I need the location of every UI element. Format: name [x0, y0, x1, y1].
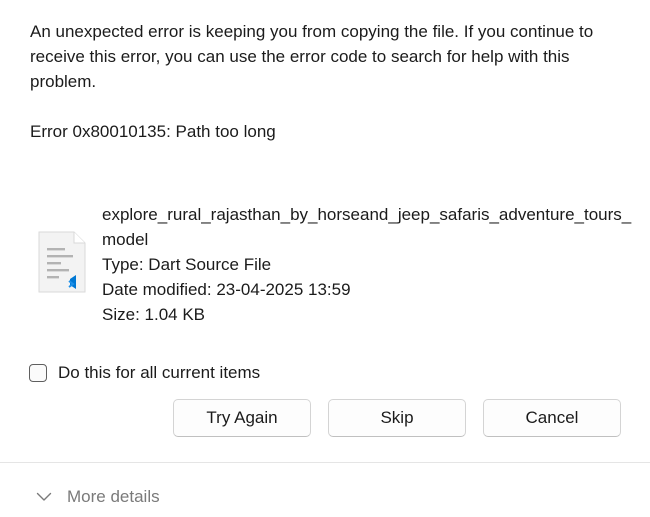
more-details-toggle[interactable]: More details — [36, 486, 160, 508]
error-code: Error 0x80010135: Path too long — [30, 122, 276, 141]
apply-to-all-label: Do this for all current items — [58, 363, 261, 382]
apply-to-all-checkbox[interactable] — [29, 363, 47, 382]
try-again-button[interactable]: Try Again — [173, 399, 311, 437]
cancel-button[interactable]: Cancel — [483, 399, 621, 437]
file-size: Size: 1.04 KB — [102, 305, 206, 324]
file-date-modified: Date modified: 23-04-2025 13:59 — [102, 280, 351, 299]
skip-button[interactable]: Skip — [328, 399, 466, 437]
chevron-down-icon — [36, 492, 52, 501]
file-details: explore_rural_rajasthan_by_horseand_jeep… — [102, 202, 632, 327]
more-details-label: More details — [67, 487, 160, 506]
apply-to-all-row[interactable]: Do this for all current items — [29, 360, 260, 385]
error-message: An unexpected error is keeping you from … — [30, 22, 594, 91]
file-name: explore_rural_rajasthan_by_horseand_jeep… — [102, 205, 632, 249]
dart-file-icon — [38, 231, 86, 293]
file-type: Type: Dart Source File — [102, 255, 272, 274]
